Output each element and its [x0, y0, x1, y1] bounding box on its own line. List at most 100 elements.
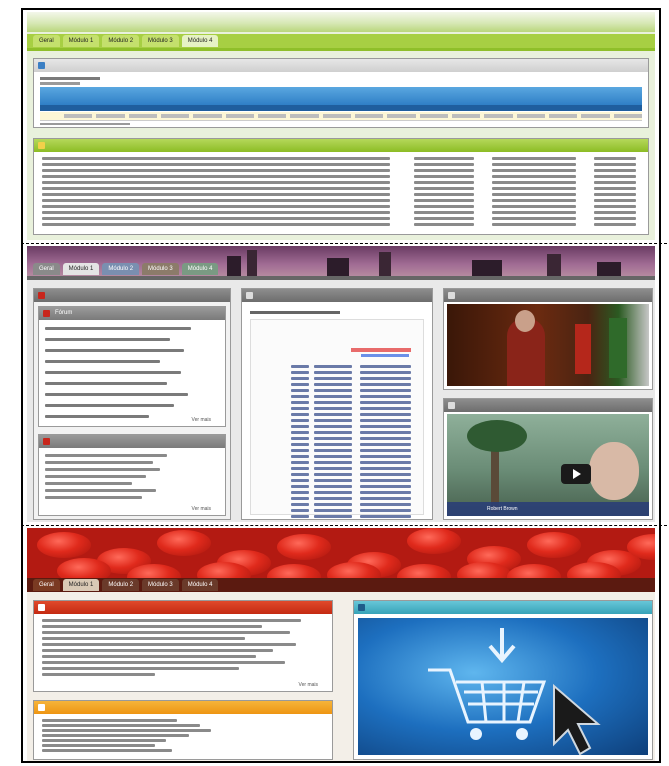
forum-topic[interactable] [45, 380, 219, 388]
second-list-item[interactable] [45, 488, 219, 493]
news-item-text [42, 643, 296, 646]
panel-1-green-theme: Geral Módulo 1 Módulo 2 Módulo 3 Módulo … [27, 12, 655, 240]
candy [37, 532, 91, 558]
news-item[interactable] [42, 625, 324, 629]
tab-modulo-1[interactable]: Módulo 1 [62, 263, 100, 275]
document-row-text [291, 407, 309, 410]
second-more-link[interactable]: Ver mais [192, 506, 211, 512]
news-item[interactable] [42, 655, 324, 659]
link-row[interactable] [42, 180, 642, 185]
orange-list-item-text [42, 749, 172, 752]
grid-blue-header [40, 87, 642, 105]
document-row-text [360, 401, 412, 404]
left-column-box: Fórum Ver mais Ver mais [33, 288, 231, 520]
tab-modulo-2[interactable]: Módulo 2 [102, 35, 140, 47]
second-list-item[interactable] [45, 474, 219, 479]
tab-modulo-4[interactable]: Módulo 4 [181, 263, 219, 275]
shopping-box-header [354, 601, 652, 614]
link-row[interactable] [42, 192, 642, 197]
document-row-text [314, 401, 353, 404]
forum-topic[interactable] [45, 369, 219, 377]
link-row[interactable] [42, 198, 642, 203]
link-row[interactable] [42, 156, 642, 161]
orange-list-item[interactable] [42, 744, 324, 747]
play-button[interactable] [561, 464, 591, 484]
link-row[interactable] [42, 216, 642, 221]
link-row[interactable] [42, 222, 642, 227]
link-row[interactable] [42, 168, 642, 173]
document-row [291, 376, 419, 381]
orange-list-item[interactable] [42, 724, 324, 727]
tab-modulo-3[interactable]: Módulo 3 [142, 579, 179, 591]
tab-modulo-1[interactable]: Módulo 1 [62, 579, 100, 591]
tab-modulo-3[interactable]: Módulo 3 [142, 35, 179, 47]
orange-list-item[interactable] [42, 739, 324, 742]
forum-topic[interactable] [45, 358, 219, 366]
news-more-link[interactable]: Ver mais [299, 682, 318, 688]
second-list-item[interactable] [45, 495, 219, 500]
forum-topic[interactable] [45, 402, 219, 410]
grid-cells [64, 114, 642, 119]
news-item[interactable] [42, 673, 324, 677]
forum-topic[interactable] [45, 336, 219, 344]
news-item[interactable] [42, 667, 324, 671]
link-row-text [492, 157, 576, 160]
news-item[interactable] [42, 649, 324, 653]
document-row-text [314, 383, 353, 386]
forum-topic[interactable] [45, 391, 219, 399]
links-box-header [34, 139, 648, 152]
second-list-item[interactable] [45, 467, 219, 472]
tab-modulo-2[interactable]: Módulo 2 [102, 263, 140, 275]
document-row-text [360, 515, 412, 518]
tab-modulo-4[interactable]: Módulo 4 [181, 35, 219, 47]
forum-topic[interactable] [45, 325, 219, 333]
link-row[interactable] [42, 186, 642, 191]
link-row-text [594, 223, 636, 226]
news-item[interactable] [42, 637, 324, 641]
link-row-text [414, 163, 474, 166]
link-row[interactable] [42, 162, 642, 167]
orange-list-item[interactable] [42, 719, 324, 722]
candy [527, 532, 581, 558]
grid-cell [193, 114, 222, 118]
grid-cell [354, 114, 384, 118]
tab-modulo-4[interactable]: Módulo 4 [181, 579, 219, 591]
document-row [291, 484, 419, 489]
speaker-head [515, 310, 535, 332]
candy [157, 530, 211, 556]
news-item[interactable] [42, 643, 324, 647]
tab-modulo-1[interactable]: Módulo 1 [62, 35, 100, 47]
link-row[interactable] [42, 174, 642, 179]
forum-more-link[interactable]: Ver mais [192, 417, 211, 423]
document-row-text [360, 425, 412, 428]
orange-list-item[interactable] [42, 729, 324, 732]
second-list-item[interactable] [45, 453, 219, 458]
document-row-text [360, 509, 412, 512]
news-item[interactable] [42, 619, 324, 623]
document-row-text [360, 389, 412, 392]
tab-modulo-3[interactable]: Módulo 3 [142, 263, 179, 275]
tab-geral[interactable]: Geral [33, 263, 60, 275]
second-list-item[interactable] [45, 481, 219, 486]
video-box [443, 288, 653, 390]
speaker-video-thumbnail[interactable] [447, 304, 649, 386]
center-column-box [241, 288, 433, 520]
tab-geral[interactable]: Geral [33, 579, 60, 591]
link-row-text [414, 199, 474, 202]
orange-list-item[interactable] [42, 749, 324, 752]
document-row-text [360, 407, 412, 410]
link-row[interactable] [42, 204, 642, 209]
tab-modulo-2[interactable]: Módulo 2 [102, 579, 140, 591]
link-row[interactable] [42, 210, 642, 215]
grid-cell [548, 114, 578, 118]
news-item[interactable] [42, 631, 324, 635]
document-row-text [360, 413, 412, 416]
forum-topic[interactable] [45, 347, 219, 355]
grid-footer-line [40, 123, 130, 125]
orange-list-item[interactable] [42, 734, 324, 737]
link-row-text [492, 169, 576, 172]
interview-video-player[interactable]: Robert Brown [447, 414, 649, 516]
tab-geral[interactable]: Geral [33, 35, 60, 47]
news-item[interactable] [42, 661, 324, 665]
second-list-item[interactable] [45, 460, 219, 465]
